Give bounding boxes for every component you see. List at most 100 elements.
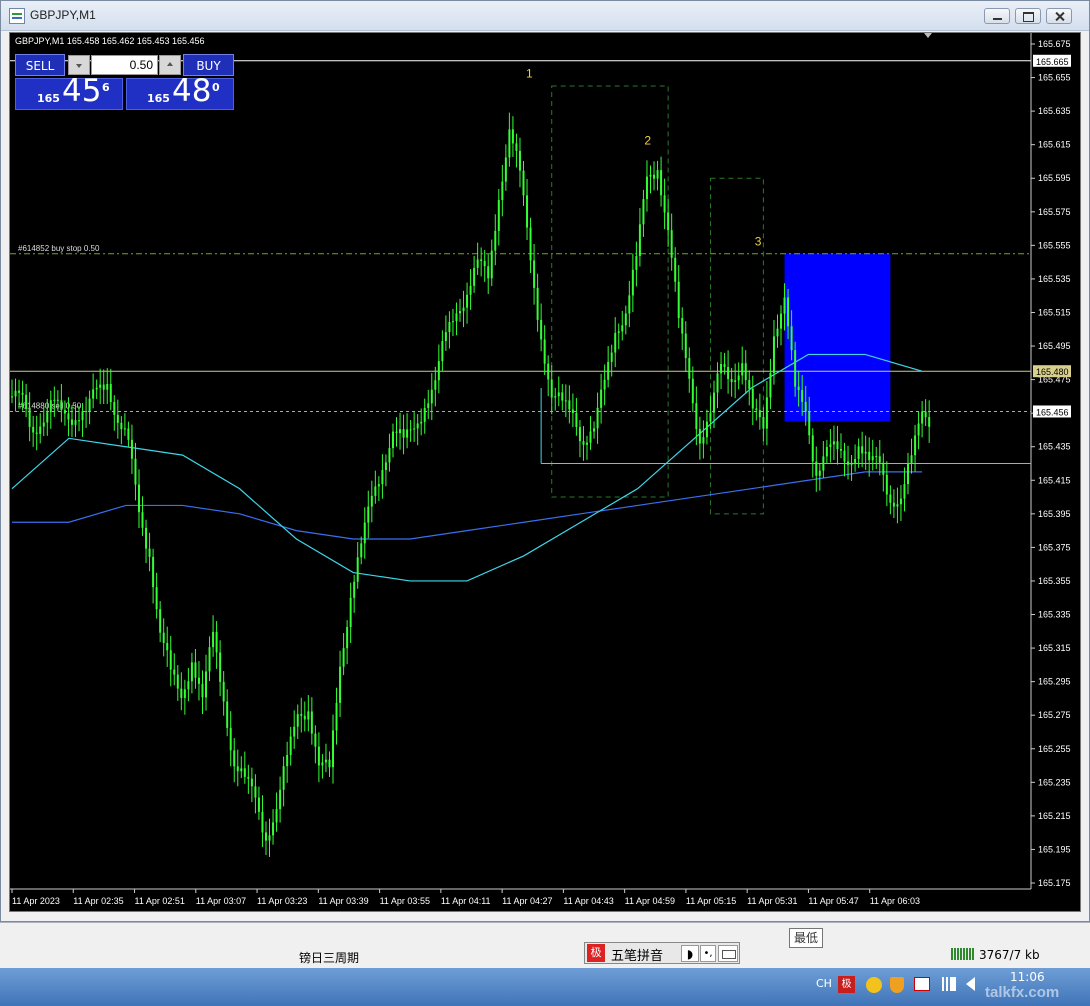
title-bar[interactable]: GBPJPY,M1 (1, 1, 1089, 31)
candle-body (222, 681, 225, 702)
candle-body (794, 350, 797, 387)
candle-body (300, 714, 303, 716)
candle-body (243, 768, 246, 777)
candle-body (691, 378, 694, 404)
ime-halfwidth-icon[interactable]: ◗ (681, 945, 699, 962)
candle-body (557, 392, 560, 397)
lot-decrease-button[interactable] (68, 55, 90, 75)
candle-body (875, 456, 878, 458)
candle-body (621, 325, 624, 332)
lot-size-input[interactable]: 0.50 (91, 55, 158, 75)
ime-keyboard-icon[interactable] (718, 945, 738, 962)
candle-body (420, 421, 423, 424)
candle-body (367, 506, 370, 523)
minimize-button[interactable] (984, 8, 1010, 24)
candle-body (353, 581, 356, 598)
candle-body (215, 631, 218, 653)
candle-body (46, 412, 49, 423)
taskbar: CH 极 11:06 talkfx.com (0, 968, 1090, 1006)
chart-area[interactable]: 165.675 165.655 165.635 165.615 165.595 165.5… (9, 32, 1081, 912)
candle-body (342, 648, 345, 667)
candle-body (190, 662, 193, 682)
candle-body (554, 396, 557, 398)
candle-body (518, 150, 521, 171)
time-tick-label: 11 Apr 2023 (12, 896, 60, 906)
time-tick-label: 11 Apr 05:15 (686, 896, 736, 906)
candle-body (391, 431, 394, 449)
ime-punctuation-icon[interactable]: •, (700, 945, 716, 962)
time-tick-label: 11 Apr 04:43 (563, 896, 613, 906)
candle-body (674, 257, 677, 282)
candle-body (480, 259, 483, 261)
candle-body (787, 297, 790, 327)
candle-body (487, 266, 490, 279)
price-tick-label: 165.315 (1038, 643, 1071, 653)
connection-status: 3767/7 kb (979, 948, 1040, 962)
candle-body (219, 652, 222, 682)
candle-body (42, 422, 45, 427)
candle-body (28, 408, 31, 427)
tray-ime-icon[interactable]: 极 (838, 976, 855, 993)
ime-mode-label[interactable]: 五笔拼音 (611, 945, 663, 964)
buy-price-box[interactable]: 165 48 0 (126, 73, 234, 110)
candle-body (508, 129, 511, 158)
candle-body (896, 504, 899, 507)
chart-app-icon (9, 8, 25, 24)
candle-body (21, 392, 24, 395)
candle-body (808, 411, 811, 436)
candle-body (497, 200, 500, 231)
chart-shift-marker (924, 33, 932, 38)
candle-body (854, 458, 857, 463)
tray-network-icon[interactable] (940, 977, 956, 991)
candle-body (314, 733, 317, 747)
candle-body (832, 441, 835, 445)
lot-increase-button[interactable] (159, 55, 181, 75)
candle-body (459, 311, 462, 314)
candle-body (81, 411, 84, 421)
candle-body (744, 363, 747, 381)
time-tick-label: 11 Apr 02:35 (73, 896, 123, 906)
restore-button[interactable] (1015, 8, 1041, 24)
ime-toolbar[interactable]: 极 五笔拼音 ◗ •, (584, 942, 740, 964)
sell-price-box[interactable]: 165 45 6 (15, 73, 123, 110)
time-tick-label: 11 Apr 05:31 (747, 896, 797, 906)
tray-shield-icon[interactable] (890, 977, 904, 993)
buy-price-sup: 0 (212, 81, 220, 94)
close-button[interactable] (1046, 8, 1072, 24)
price-tick-label: 165.255 (1038, 744, 1071, 754)
time-tick-label: 11 Apr 04:27 (502, 896, 552, 906)
candle-body (547, 363, 550, 380)
sell-button[interactable]: SELL (15, 54, 65, 76)
candle-body (596, 407, 599, 429)
tray-volume-icon[interactable] (966, 977, 975, 991)
candle-body (653, 174, 656, 179)
price-chart[interactable]: 165.675 165.655 165.635 165.615 165.595 165.5… (10, 33, 1081, 912)
candle-body (78, 420, 81, 422)
candle-body (780, 313, 783, 329)
candle-body (173, 669, 176, 675)
candle-body (106, 383, 109, 390)
price-tag-top: 165.665 (1036, 57, 1069, 67)
candle-body (709, 412, 712, 422)
candle-body (236, 766, 239, 772)
candle-body (307, 711, 310, 720)
annotation-1: 1 (526, 67, 533, 81)
candle-body (575, 413, 578, 428)
price-tick-label: 165.355 (1038, 576, 1071, 586)
system-clock[interactable]: 11:06 (1010, 970, 1045, 984)
language-indicator[interactable]: CH (816, 977, 832, 990)
candle-body (409, 429, 412, 431)
sell-price-big: 165 (37, 92, 60, 105)
candle-body (92, 389, 95, 399)
tray-action-center-icon[interactable] (914, 977, 930, 991)
tray-smiley-icon[interactable] (866, 977, 882, 993)
candle-body (660, 170, 663, 196)
candle-body (899, 498, 902, 505)
candle-body (543, 339, 546, 364)
price-tick-label: 165.415 (1038, 475, 1071, 485)
candle-body (423, 407, 426, 422)
candle-body (871, 456, 874, 461)
candle-body (578, 427, 581, 442)
candle-body (332, 730, 335, 768)
ime-logo-icon[interactable]: 极 (587, 944, 605, 962)
